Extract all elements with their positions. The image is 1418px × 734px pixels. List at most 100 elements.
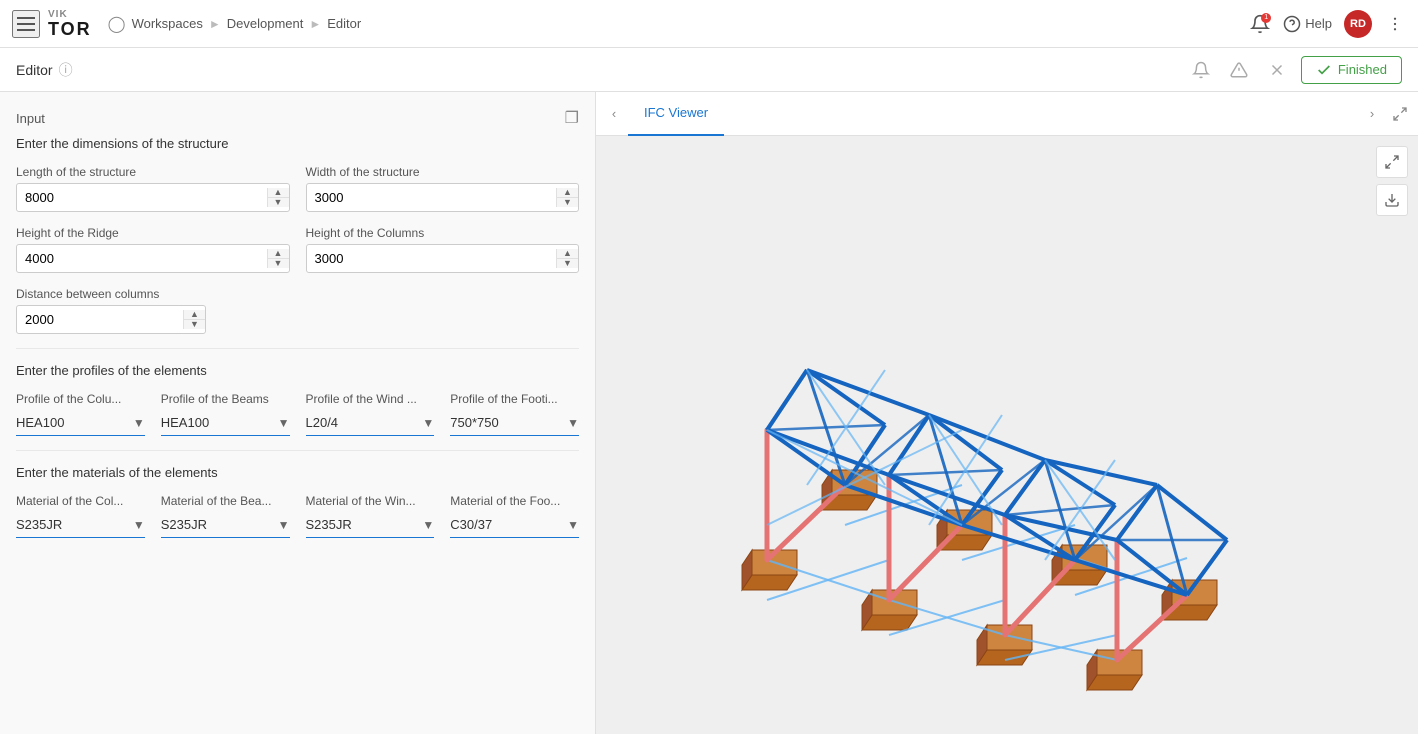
main-content: Input ❐ Enter the dimensions of the stru…	[0, 92, 1418, 734]
app-logo: VIK TOR	[48, 10, 92, 38]
finished-button[interactable]: Finished	[1301, 56, 1402, 84]
divider-2	[16, 450, 579, 451]
info-icon[interactable]: ⓘ	[59, 60, 73, 80]
profile-beams-arrow: ▼	[278, 416, 290, 430]
right-panel: ‹ IFC Viewer ›	[596, 92, 1418, 734]
material-footing-arrow: ▼	[567, 518, 579, 532]
distance-input-wrap: ▲ ▼	[16, 305, 206, 334]
ridge-group: Height of the Ridge ▲ ▼	[16, 226, 290, 273]
profile-wind-group: Profile of the Wind ... L20/4 ▼	[306, 392, 435, 436]
expand-icon[interactable]: ❐	[565, 108, 579, 128]
dimensions-row-2: Height of the Ridge ▲ ▼ Height of the Co…	[16, 226, 579, 273]
width-input[interactable]	[307, 184, 557, 211]
width-spin-down[interactable]: ▼	[557, 198, 578, 207]
profile-footing-label: Profile of the Footi...	[450, 392, 579, 406]
materials-row: Material of the Col... S235JR ▼ Material…	[16, 494, 579, 538]
menu-button[interactable]	[12, 10, 40, 38]
close-icon[interactable]	[1263, 56, 1291, 84]
dimensions-section-title: Enter the dimensions of the structure	[16, 136, 579, 151]
profile-beams-value: HEA100	[161, 415, 278, 430]
fullscreen-button[interactable]	[1376, 146, 1408, 178]
material-beams-dropdown[interactable]: S235JR ▼	[161, 512, 290, 538]
development-link[interactable]: Development	[227, 16, 304, 31]
profile-beams-dropdown[interactable]: HEA100 ▼	[161, 410, 290, 436]
warning-icon[interactable]	[1225, 56, 1253, 84]
profile-wind-label: Profile of the Wind ...	[306, 392, 435, 406]
material-beams-label: Material of the Bea...	[161, 494, 290, 508]
length-group: Length of the structure ▲ ▼	[16, 165, 290, 212]
material-columns-dropdown[interactable]: S235JR ▼	[16, 512, 145, 538]
nav-right: 1 Help RD	[1249, 10, 1406, 38]
ridge-input[interactable]	[17, 245, 267, 272]
distance-spin-down[interactable]: ▼	[184, 320, 205, 329]
profile-wind-dropdown[interactable]: L20/4 ▼	[306, 410, 435, 436]
material-beams-arrow: ▼	[278, 518, 290, 532]
notifications-icon[interactable]: 1	[1249, 13, 1271, 35]
distance-label: Distance between columns	[16, 287, 206, 301]
editor-link[interactable]: Editor	[327, 16, 361, 31]
structure-visualization	[667, 170, 1347, 700]
workspaces-icon: ◯	[108, 14, 126, 34]
avatar[interactable]: RD	[1344, 10, 1372, 38]
more-options-button[interactable]	[1384, 13, 1406, 35]
ridge-spin-down[interactable]: ▼	[268, 259, 289, 268]
top-nav: VIK TOR ◯ Workspaces ► Development ► Edi…	[0, 0, 1418, 48]
material-beams-group: Material of the Bea... S235JR ▼	[161, 494, 290, 538]
material-footing-dropdown[interactable]: C30/37 ▼	[450, 512, 579, 538]
length-spin-down[interactable]: ▼	[268, 198, 289, 207]
tabs-bar: ‹ IFC Viewer ›	[596, 92, 1418, 136]
profiles-section-title: Enter the profiles of the elements	[16, 363, 579, 378]
profiles-row: Profile of the Colu... HEA100 ▼ Profile …	[16, 392, 579, 436]
viewer-area[interactable]	[596, 136, 1418, 734]
col-height-input[interactable]	[307, 245, 557, 272]
tab-expand-button[interactable]	[1386, 100, 1414, 128]
length-input-wrap: ▲ ▼	[16, 183, 290, 212]
material-wind-label: Material of the Win...	[306, 494, 435, 508]
sub-header: Editor ⓘ Finished	[0, 48, 1418, 92]
distance-group: Distance between columns ▲ ▼	[16, 287, 206, 334]
help-button[interactable]: Help	[1283, 15, 1332, 33]
tab-ifc-viewer[interactable]: IFC Viewer	[628, 92, 724, 136]
material-beams-value: S235JR	[161, 517, 278, 532]
ridge-label: Height of the Ridge	[16, 226, 290, 240]
profile-footing-dropdown[interactable]: 750*750 ▼	[450, 410, 579, 436]
width-label: Width of the structure	[306, 165, 580, 179]
material-columns-group: Material of the Col... S235JR ▼	[16, 494, 145, 538]
profile-columns-label: Profile of the Colu...	[16, 392, 145, 406]
material-wind-arrow: ▼	[422, 518, 434, 532]
profile-columns-group: Profile of the Colu... HEA100 ▼	[16, 392, 145, 436]
width-group: Width of the structure ▲ ▼	[306, 165, 580, 212]
profile-wind-arrow: ▼	[422, 416, 434, 430]
col-height-group: Height of the Columns ▲ ▼	[306, 226, 580, 273]
profile-wind-value: L20/4	[306, 415, 423, 430]
workspaces-link[interactable]: Workspaces	[132, 16, 203, 31]
page-title: Editor	[16, 62, 53, 78]
material-wind-value: S235JR	[306, 517, 423, 532]
divider-1	[16, 348, 579, 349]
distance-input[interactable]	[17, 306, 183, 333]
col-height-spin-down[interactable]: ▼	[557, 259, 578, 268]
download-button[interactable]	[1376, 184, 1408, 216]
bell-icon[interactable]	[1187, 56, 1215, 84]
panel-title: Input	[16, 111, 45, 126]
material-columns-arrow: ▼	[133, 518, 145, 532]
material-footing-group: Material of the Foo... C30/37 ▼	[450, 494, 579, 538]
breadcrumb: ◯ Workspaces ► Development ► Editor	[108, 14, 1242, 34]
col-height-input-wrap: ▲ ▼	[306, 244, 580, 273]
material-footing-label: Material of the Foo...	[450, 494, 579, 508]
material-wind-dropdown[interactable]: S235JR ▼	[306, 512, 435, 538]
ridge-input-wrap: ▲ ▼	[16, 244, 290, 273]
dimensions-row-1: Length of the structure ▲ ▼ Width of the…	[16, 165, 579, 212]
width-input-wrap: ▲ ▼	[306, 183, 580, 212]
material-footing-value: C30/37	[450, 517, 567, 532]
profile-columns-dropdown[interactable]: HEA100 ▼	[16, 410, 145, 436]
profile-footing-group: Profile of the Footi... 750*750 ▼	[450, 392, 579, 436]
length-input[interactable]	[17, 184, 267, 211]
material-wind-group: Material of the Win... S235JR ▼	[306, 494, 435, 538]
tab-prev-button[interactable]: ‹	[600, 92, 628, 136]
profile-footing-value: 750*750	[450, 415, 567, 430]
dimensions-row-3: Distance between columns ▲ ▼	[16, 287, 579, 334]
profile-footing-arrow: ▼	[567, 416, 579, 430]
tab-next-button[interactable]: ›	[1358, 92, 1386, 136]
viewer-controls	[1376, 146, 1408, 216]
